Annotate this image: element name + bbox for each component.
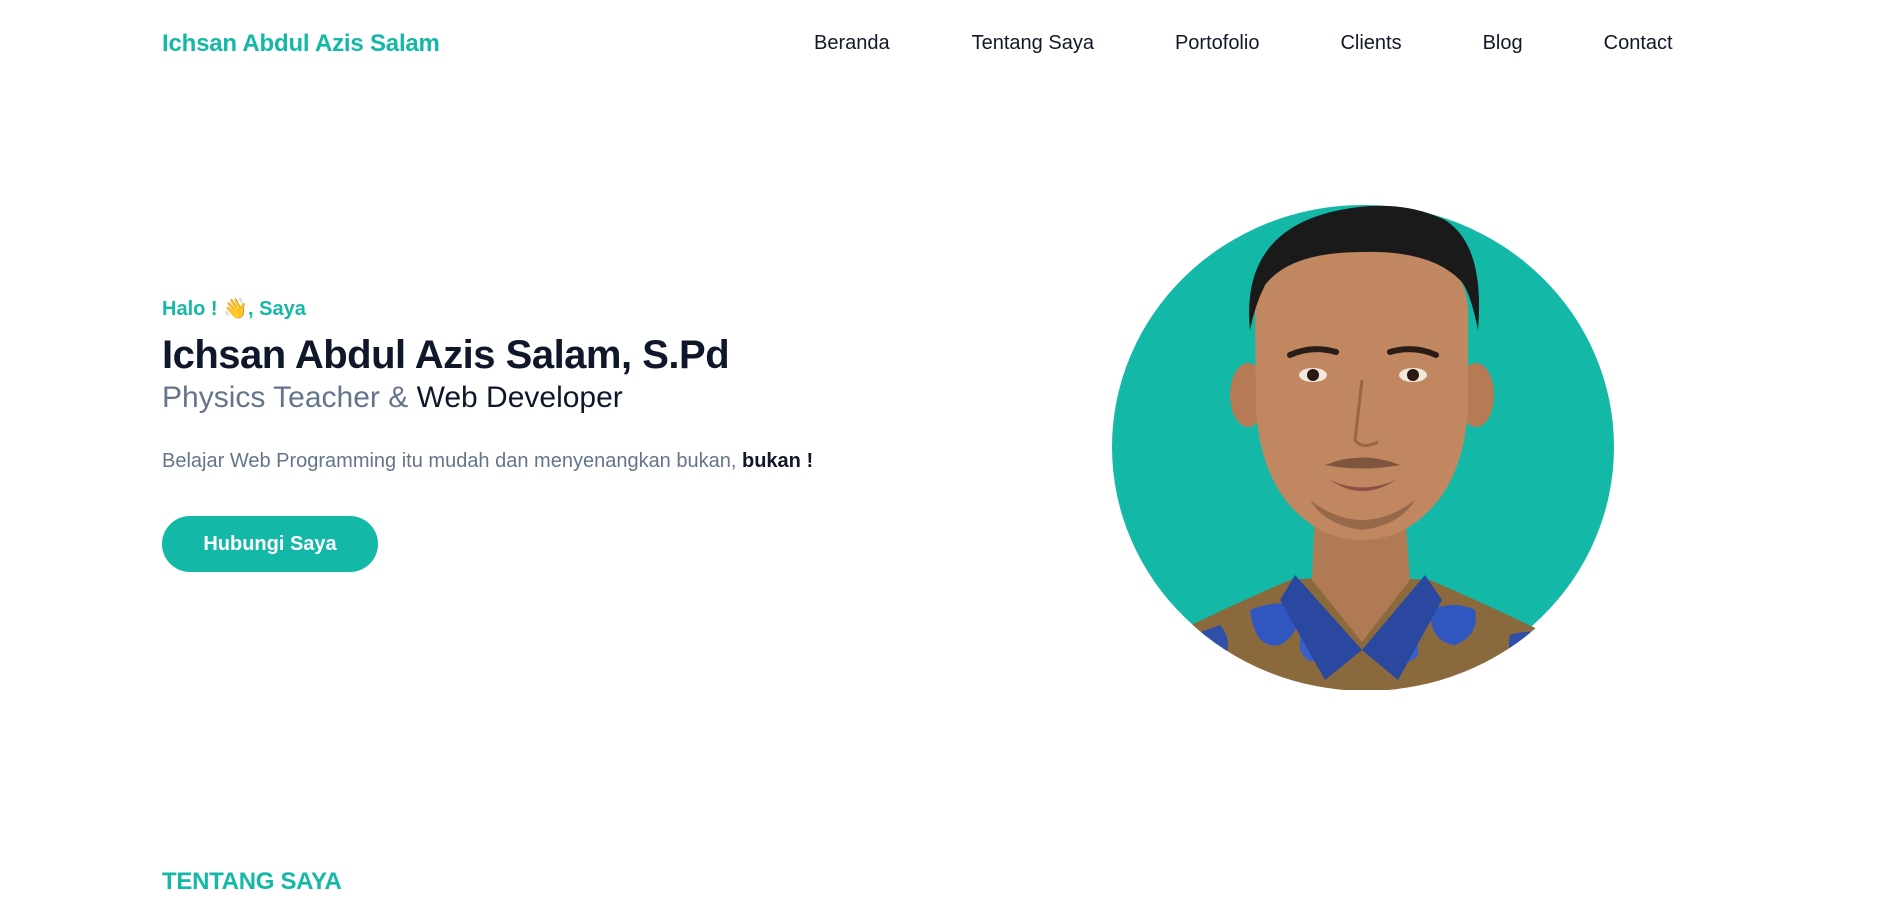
nav-item-contact[interactable]: Contact — [1604, 32, 1673, 55]
main-nav: Beranda Tentang Saya Portofolio Clients … — [814, 32, 1673, 55]
site-brand[interactable]: Ichsan Abdul Azis Salam — [162, 30, 440, 58]
hero-tagline: Belajar Web Programming itu mudah dan me… — [162, 448, 982, 474]
contact-me-button[interactable]: Hubungi Saya — [162, 516, 378, 572]
hero-section: Halo ! 👋, Saya Ichsan Abdul Azis Salam, … — [162, 296, 982, 572]
hero-portrait — [1100, 180, 1620, 690]
tagline-text: Belajar Web Programming itu mudah dan me… — [162, 450, 742, 472]
top-navigation-bar: Ichsan Abdul Azis Salam Beranda Tentang … — [0, 0, 1886, 92]
hero-greeting: Halo ! 👋, Saya — [162, 296, 982, 322]
nav-item-portofolio[interactable]: Portofolio — [1175, 32, 1260, 55]
greeting-suffix: , Saya — [248, 298, 306, 320]
nav-item-clients[interactable]: Clients — [1340, 32, 1401, 55]
nav-item-beranda[interactable]: Beranda — [814, 32, 890, 55]
nav-item-tentang-saya[interactable]: Tentang Saya — [972, 32, 1094, 55]
tagline-bold: bukan ! — [741, 450, 814, 472]
role-muted: Physics Teacher & — [162, 381, 417, 414]
hero-name: Ichsan Abdul Azis Salam, S.Pd — [162, 333, 730, 377]
greeting-prefix: Halo ! — [162, 298, 224, 320]
role-strong: Web Developer — [416, 381, 623, 414]
waving-hand-icon: 👋 — [223, 298, 249, 320]
hero-role: Physics Teacher & Web Developer — [162, 378, 982, 418]
about-section-heading: TENTANG SAYA — [162, 868, 342, 895]
person-portrait-icon — [1100, 205, 1620, 690]
nav-item-blog[interactable]: Blog — [1483, 32, 1523, 55]
